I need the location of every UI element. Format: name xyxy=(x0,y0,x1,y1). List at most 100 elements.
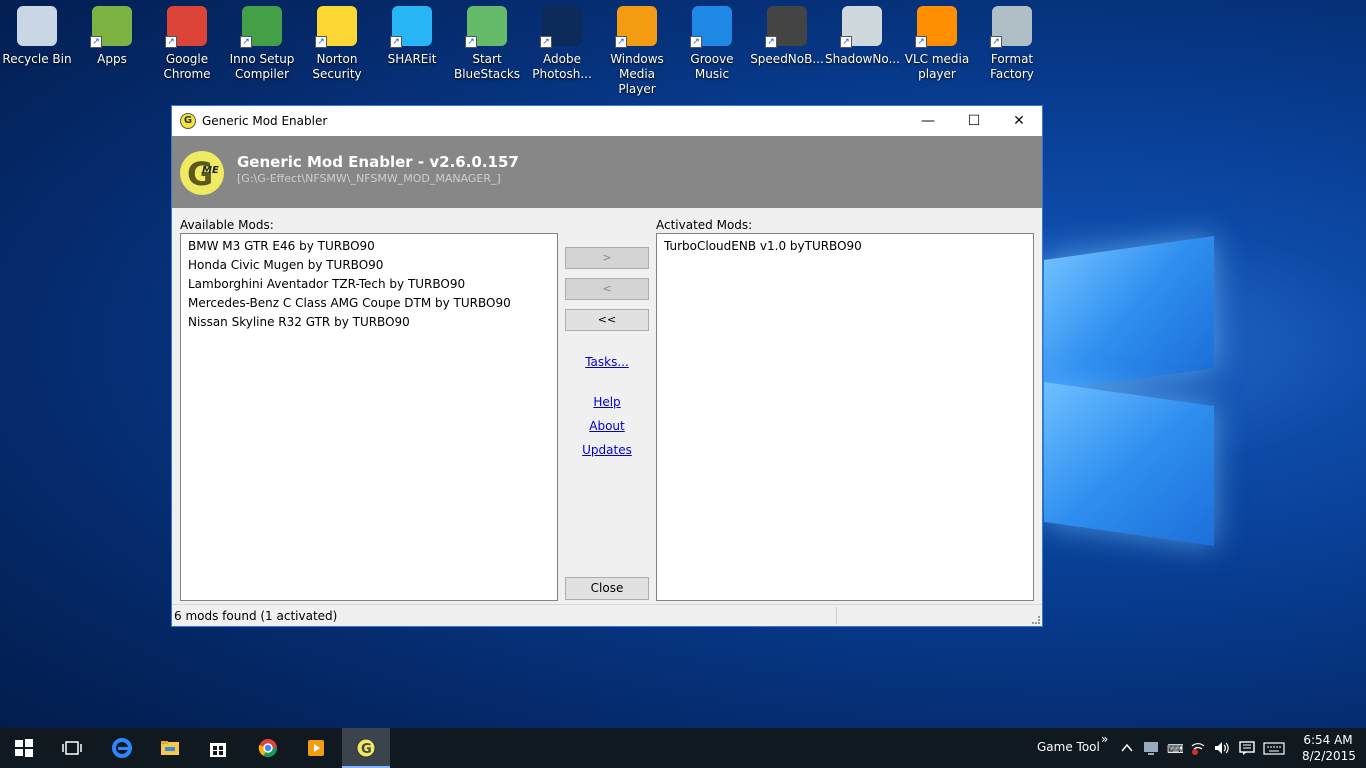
tasks-link[interactable]: Tasks... xyxy=(565,355,649,369)
groove-music-icon: ↗ xyxy=(690,6,732,48)
close-window-button[interactable]: ✕ xyxy=(996,106,1042,136)
shortcut-arrow-icon: ↗ xyxy=(165,36,177,48)
media-player-icon: ↗ xyxy=(615,6,657,48)
taskbar-media-player[interactable] xyxy=(292,728,340,768)
shortcut-arrow-icon: ↗ xyxy=(615,36,627,48)
desktop-icon[interactable]: ↗ VLC media player xyxy=(900,4,974,82)
inno-setup-icon: ↗ xyxy=(240,6,282,48)
gme-taskbar-icon: G xyxy=(356,738,376,758)
resize-grip-icon[interactable] xyxy=(1032,616,1040,624)
list-item[interactable]: BMW M3 GTR E46 by TURBO90 xyxy=(188,237,557,256)
media-player-icon xyxy=(308,740,324,756)
gme-app-icon: G xyxy=(180,113,196,129)
shortcut-arrow-icon: ↗ xyxy=(390,36,402,48)
desktop-icon-label: SpeedNoB... xyxy=(750,52,824,66)
show-hidden-icons-icon[interactable] xyxy=(1119,740,1135,756)
wallpaper-pane-lower xyxy=(1044,382,1214,546)
desktop-icon[interactable]: ↗ Norton Security xyxy=(300,4,374,82)
volume-icon[interactable] xyxy=(1214,740,1230,756)
notification-center-icon[interactable] xyxy=(1239,740,1255,756)
shortcut-arrow-icon: ↗ xyxy=(315,36,327,48)
desktop-icon[interactable]: ↗ Inno Setup Compiler xyxy=(225,4,299,82)
deactivate-mod-button[interactable]: < xyxy=(565,278,649,300)
photoshop-icon: ↗ xyxy=(540,6,582,48)
wallpaper-pane-upper xyxy=(1044,236,1214,392)
folder-icon xyxy=(161,741,179,755)
nfs-mw-icon: ↗ xyxy=(765,6,807,48)
taskbar-chrome[interactable] xyxy=(244,728,292,768)
taskbar-file-explorer[interactable] xyxy=(146,728,194,768)
desktop-icon[interactable]: ↗ SpeedNoB... xyxy=(750,4,824,67)
desktop-icon[interactable]: ↗ Groove Music xyxy=(675,4,749,82)
recycle-bin-icon xyxy=(17,6,57,46)
desktop-icon-label: Recycle Bin xyxy=(2,52,72,66)
desktop-icon[interactable]: ↗ Apps xyxy=(75,4,149,67)
desktop-icon[interactable]: ↗ SHAREit xyxy=(375,4,449,67)
desktop-icon[interactable]: ↗ ShadowNo... xyxy=(825,4,900,67)
clock-date: 8/2/2015 xyxy=(1302,749,1356,763)
list-item[interactable]: TurboCloudENB v1.0 byTURBO90 xyxy=(664,237,1033,256)
help-link[interactable]: Help xyxy=(565,395,649,409)
shortcut-arrow-icon: ↗ xyxy=(765,36,777,48)
shortcut-arrow-icon: ↗ xyxy=(540,36,552,48)
task-view-button[interactable] xyxy=(48,728,96,768)
svg-text:⌨: ⌨ xyxy=(1167,742,1183,756)
desktop-icon[interactable]: ↗ Adobe Photosh... xyxy=(525,4,599,82)
close-button[interactable]: Close xyxy=(565,577,649,600)
generic-mod-enabler-window: G Generic Mod Enabler — ☐ ✕ G ME Generic… xyxy=(171,105,1043,627)
shortcut-arrow-icon: ↗ xyxy=(690,36,702,48)
android-apps-icon: ↗ xyxy=(90,6,132,48)
tray-toolbar-label[interactable]: Game Tool xyxy=(1037,740,1100,754)
window-title: Generic Mod Enabler xyxy=(202,114,328,128)
available-mods-label: Available Mods: xyxy=(180,218,274,232)
start-button[interactable] xyxy=(0,728,48,768)
taskbar: G Game Tool » ⌨ 6:54 AM 8/2/2015 xyxy=(0,728,1366,768)
activated-mods-list[interactable]: TurboCloudENB v1.0 byTURBO90 xyxy=(656,233,1034,601)
list-item[interactable]: Mercedes-Benz C Class AMG Coupe DTM by T… xyxy=(188,294,557,313)
app-banner: G ME Generic Mod Enabler - v2.6.0.157 [G… xyxy=(172,136,1042,208)
desktop-icon[interactable]: Recycle Bin xyxy=(0,4,74,67)
network-disconnected-icon[interactable] xyxy=(1190,740,1206,756)
available-mods-list[interactable]: BMW M3 GTR E46 by TURBO90 Honda Civic Mug… xyxy=(180,233,558,601)
shadow-icon: ↗ xyxy=(840,6,882,48)
gme-logo-icon: G ME xyxy=(180,151,224,195)
activated-mods-label: Activated Mods: xyxy=(656,218,753,232)
taskbar-generic-mod-enabler[interactable]: G xyxy=(342,728,390,768)
title-bar[interactable]: G Generic Mod Enabler — ☐ ✕ xyxy=(172,106,1042,136)
maximize-button[interactable]: ☐ xyxy=(951,106,997,136)
taskbar-edge[interactable] xyxy=(98,728,146,768)
svg-text:G: G xyxy=(361,742,372,757)
monitor-icon[interactable] xyxy=(1143,740,1159,756)
desktop-icon-label: Inno Setup Compiler xyxy=(229,52,295,81)
taskbar-store[interactable] xyxy=(194,728,242,768)
updates-link[interactable]: Updates xyxy=(565,443,649,457)
list-item[interactable]: Nissan Skyline R32 GTR by TURBO90 xyxy=(188,313,557,332)
edge-icon xyxy=(112,738,132,758)
banner-path: [G:\G-Effect\NFSMW\_NFSMW_MOD_MANAGER_] xyxy=(237,172,501,185)
about-link[interactable]: About xyxy=(565,419,649,433)
deactivate-all-button[interactable]: << xyxy=(565,309,649,331)
desktop-icon-label: Windows Media Player xyxy=(610,52,664,96)
list-item[interactable]: Honda Civic Mugen by TURBO90 xyxy=(188,256,557,275)
desktop-icon-label: Norton Security xyxy=(312,52,362,81)
desktop-icon-label: Adobe Photosh... xyxy=(532,52,592,81)
activate-mod-button[interactable]: > xyxy=(565,247,649,269)
clock[interactable]: 6:54 AM 8/2/2015 xyxy=(1302,732,1356,764)
desktop-icons: Recycle Bin ↗ Apps ↗ Google Chrome ↗ Inno Setu… xyxy=(0,4,1060,96)
desktop-icon[interactable]: ↗ Start BlueStacks xyxy=(450,4,524,82)
shortcut-arrow-icon: ↗ xyxy=(90,36,102,48)
touch-keyboard-icon[interactable] xyxy=(1263,740,1285,756)
toolbar-expand-icon[interactable]: » xyxy=(1101,732,1108,746)
bluestacks-icon: ↗ xyxy=(465,6,507,48)
minimize-button[interactable]: — xyxy=(905,106,951,136)
shareit-icon: ↗ xyxy=(390,6,432,48)
list-item[interactable]: Lamborghini Aventador TZR-Tech by TURBO9… xyxy=(188,275,557,294)
wallpaper-windows-logo xyxy=(1040,228,1220,548)
shortcut-arrow-icon: ↗ xyxy=(240,36,252,48)
desktop-icon-label: SHAREit xyxy=(387,52,437,66)
desktop-icon[interactable]: ↗ Google Chrome xyxy=(150,4,224,82)
desktop-icon[interactable]: ↗ Windows Media Player xyxy=(600,4,674,97)
desktop-icon[interactable]: ↗ Format Factory xyxy=(975,4,1049,82)
input-method-icon[interactable]: ⌨ xyxy=(1167,740,1183,756)
format-factory-icon: ↗ xyxy=(990,6,1032,48)
